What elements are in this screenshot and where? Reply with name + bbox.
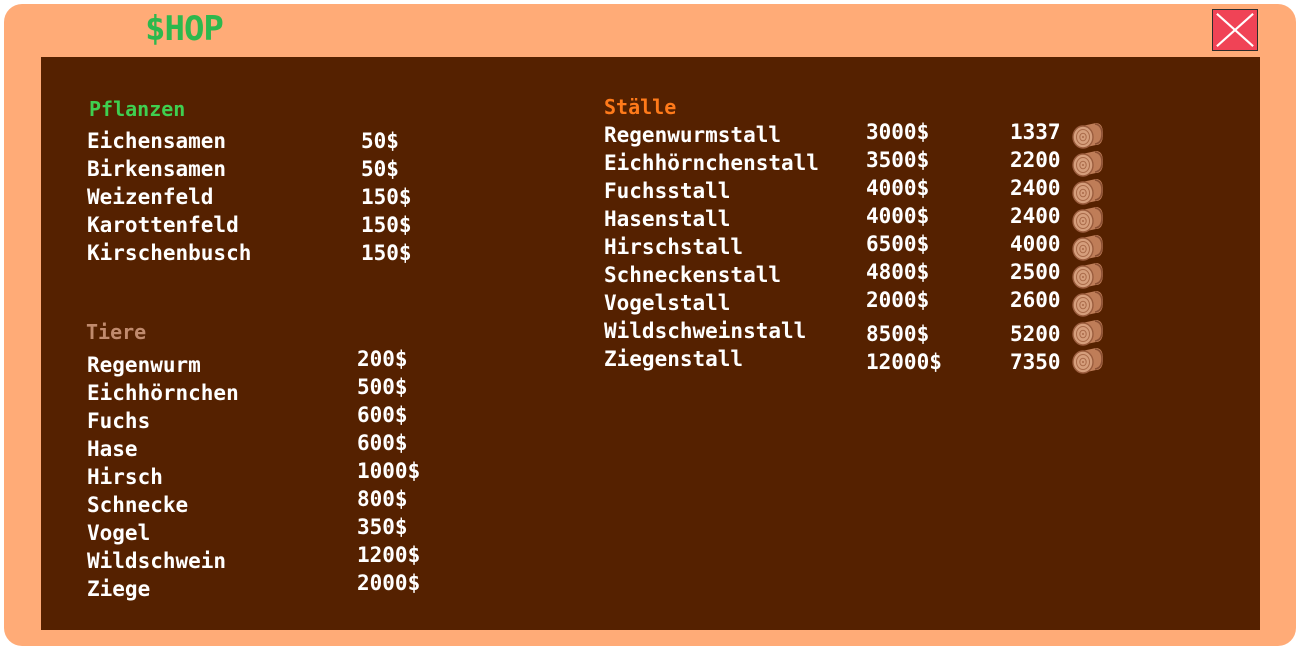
item-name: Hasenstall [604, 207, 731, 231]
item-wood-cost: 4000 [1010, 232, 1061, 256]
shop-item-row[interactable]: Schneckenstall 4800$ 2500 [604, 260, 1109, 290]
wood-log-icon [1072, 262, 1104, 290]
item-price: 3000$ [866, 120, 930, 144]
item-name: Kirschenbusch [87, 241, 252, 265]
item-name: Schnecke [87, 493, 189, 517]
item-price: 1000$ [357, 459, 421, 483]
item-price: 150$ [361, 241, 412, 265]
item-wood-cost: 5200 [1010, 322, 1061, 346]
close-icon [1216, 13, 1254, 47]
item-wood-cost: 1337 [1010, 120, 1061, 144]
item-price: 600$ [357, 431, 408, 455]
item-name: Fuchsstall [604, 179, 731, 203]
item-name: Eichhörnchenstall [604, 151, 819, 175]
item-name: Weizenfeld [87, 185, 214, 209]
wood-log-icon [1072, 319, 1104, 347]
item-name: Hirsch [87, 465, 163, 489]
item-price: 2000$ [357, 571, 421, 595]
item-price: 200$ [357, 347, 408, 371]
wood-log-icon [1072, 206, 1104, 234]
item-price: 4800$ [866, 260, 930, 284]
wood-log-icon [1072, 150, 1104, 178]
close-button[interactable] [1212, 9, 1258, 51]
item-price: 50$ [361, 157, 399, 181]
item-name: Wildschwein [87, 549, 227, 573]
wood-log-icon [1072, 290, 1104, 318]
item-wood-cost: 2400 [1010, 176, 1061, 200]
shop-item-row[interactable]: Kirschenbusch 150$ [87, 240, 427, 268]
item-wood-cost: 2500 [1010, 260, 1061, 284]
shop-item-row[interactable]: Ziege 2000$ [87, 571, 427, 604]
item-price: 2000$ [866, 288, 930, 312]
item-price: 8500$ [866, 322, 930, 346]
item-name: Hase [87, 437, 138, 461]
item-price: 600$ [357, 403, 408, 427]
item-name: Hirschstall [604, 235, 744, 259]
wood-log-icon [1072, 234, 1104, 262]
shop-item-row[interactable]: Eichensamen 50$ [87, 128, 427, 156]
item-price: 350$ [357, 515, 408, 539]
item-name: Ziege [87, 577, 151, 601]
item-name: Karottenfeld [87, 213, 239, 237]
item-wood-cost: 7350 [1010, 350, 1061, 374]
item-name: Regenwurm [87, 353, 201, 377]
shop-title: $HOP [145, 9, 224, 49]
item-price: 150$ [361, 213, 412, 237]
item-wood-cost: 2400 [1010, 204, 1061, 228]
item-price: 150$ [361, 185, 412, 209]
wood-log-icon [1072, 347, 1104, 375]
item-name: Ziegenstall [604, 347, 744, 371]
shop-item-row[interactable]: Birkensamen 50$ [87, 156, 427, 184]
shop-item-row[interactable]: Regenwurmstall 3000$ 1337 [604, 120, 1109, 150]
item-name: Vogel [87, 521, 151, 545]
item-price: 4000$ [866, 176, 930, 200]
item-price: 1200$ [357, 543, 421, 567]
item-name: Regenwurmstall [604, 123, 782, 147]
item-name: Eichhörnchen [87, 381, 239, 405]
section-title-staelle: Ställe [604, 95, 677, 119]
item-price: 50$ [361, 129, 399, 153]
shop-item-row[interactable]: Hirschstall 6500$ 4000 [604, 232, 1109, 262]
wood-log-icon [1072, 122, 1104, 150]
item-price: 6500$ [866, 232, 930, 256]
shop-item-row[interactable]: Wildschweinstall 8500$ 5200 [604, 318, 1109, 346]
item-name: Vogelstall [604, 291, 731, 315]
item-name: Birkensamen [87, 157, 227, 181]
section-title-pflanzen: Pflanzen [89, 97, 186, 121]
item-price: 12000$ [866, 350, 942, 374]
item-name: Wildschweinstall [604, 319, 807, 343]
shop-item-row[interactable]: Eichhörnchenstall 3500$ 2200 [604, 148, 1109, 178]
item-price: 4000$ [866, 204, 930, 228]
shop-item-row[interactable]: Hasenstall 4000$ 2400 [604, 204, 1109, 234]
shop-item-row[interactable]: Fuchsstall 4000$ 2400 [604, 176, 1109, 206]
shop-item-row[interactable]: Vogelstall 2000$ 2600 [604, 288, 1109, 318]
item-wood-cost: 2200 [1010, 148, 1061, 172]
shop-item-row[interactable]: Karottenfeld 150$ [87, 212, 427, 240]
item-name: Eichensamen [87, 129, 227, 153]
wood-log-icon [1072, 178, 1104, 206]
section-title-tiere: Tiere [86, 320, 147, 344]
item-name: Schneckenstall [604, 263, 782, 287]
item-price: 800$ [357, 487, 408, 511]
item-price: 3500$ [866, 148, 930, 172]
item-price: 500$ [357, 375, 408, 399]
shop-item-row[interactable]: Weizenfeld 150$ [87, 184, 427, 212]
item-wood-cost: 2600 [1010, 288, 1061, 312]
item-name: Fuchs [87, 409, 151, 433]
shop-item-row[interactable]: Ziegenstall 12000$ 7350 [604, 346, 1109, 374]
